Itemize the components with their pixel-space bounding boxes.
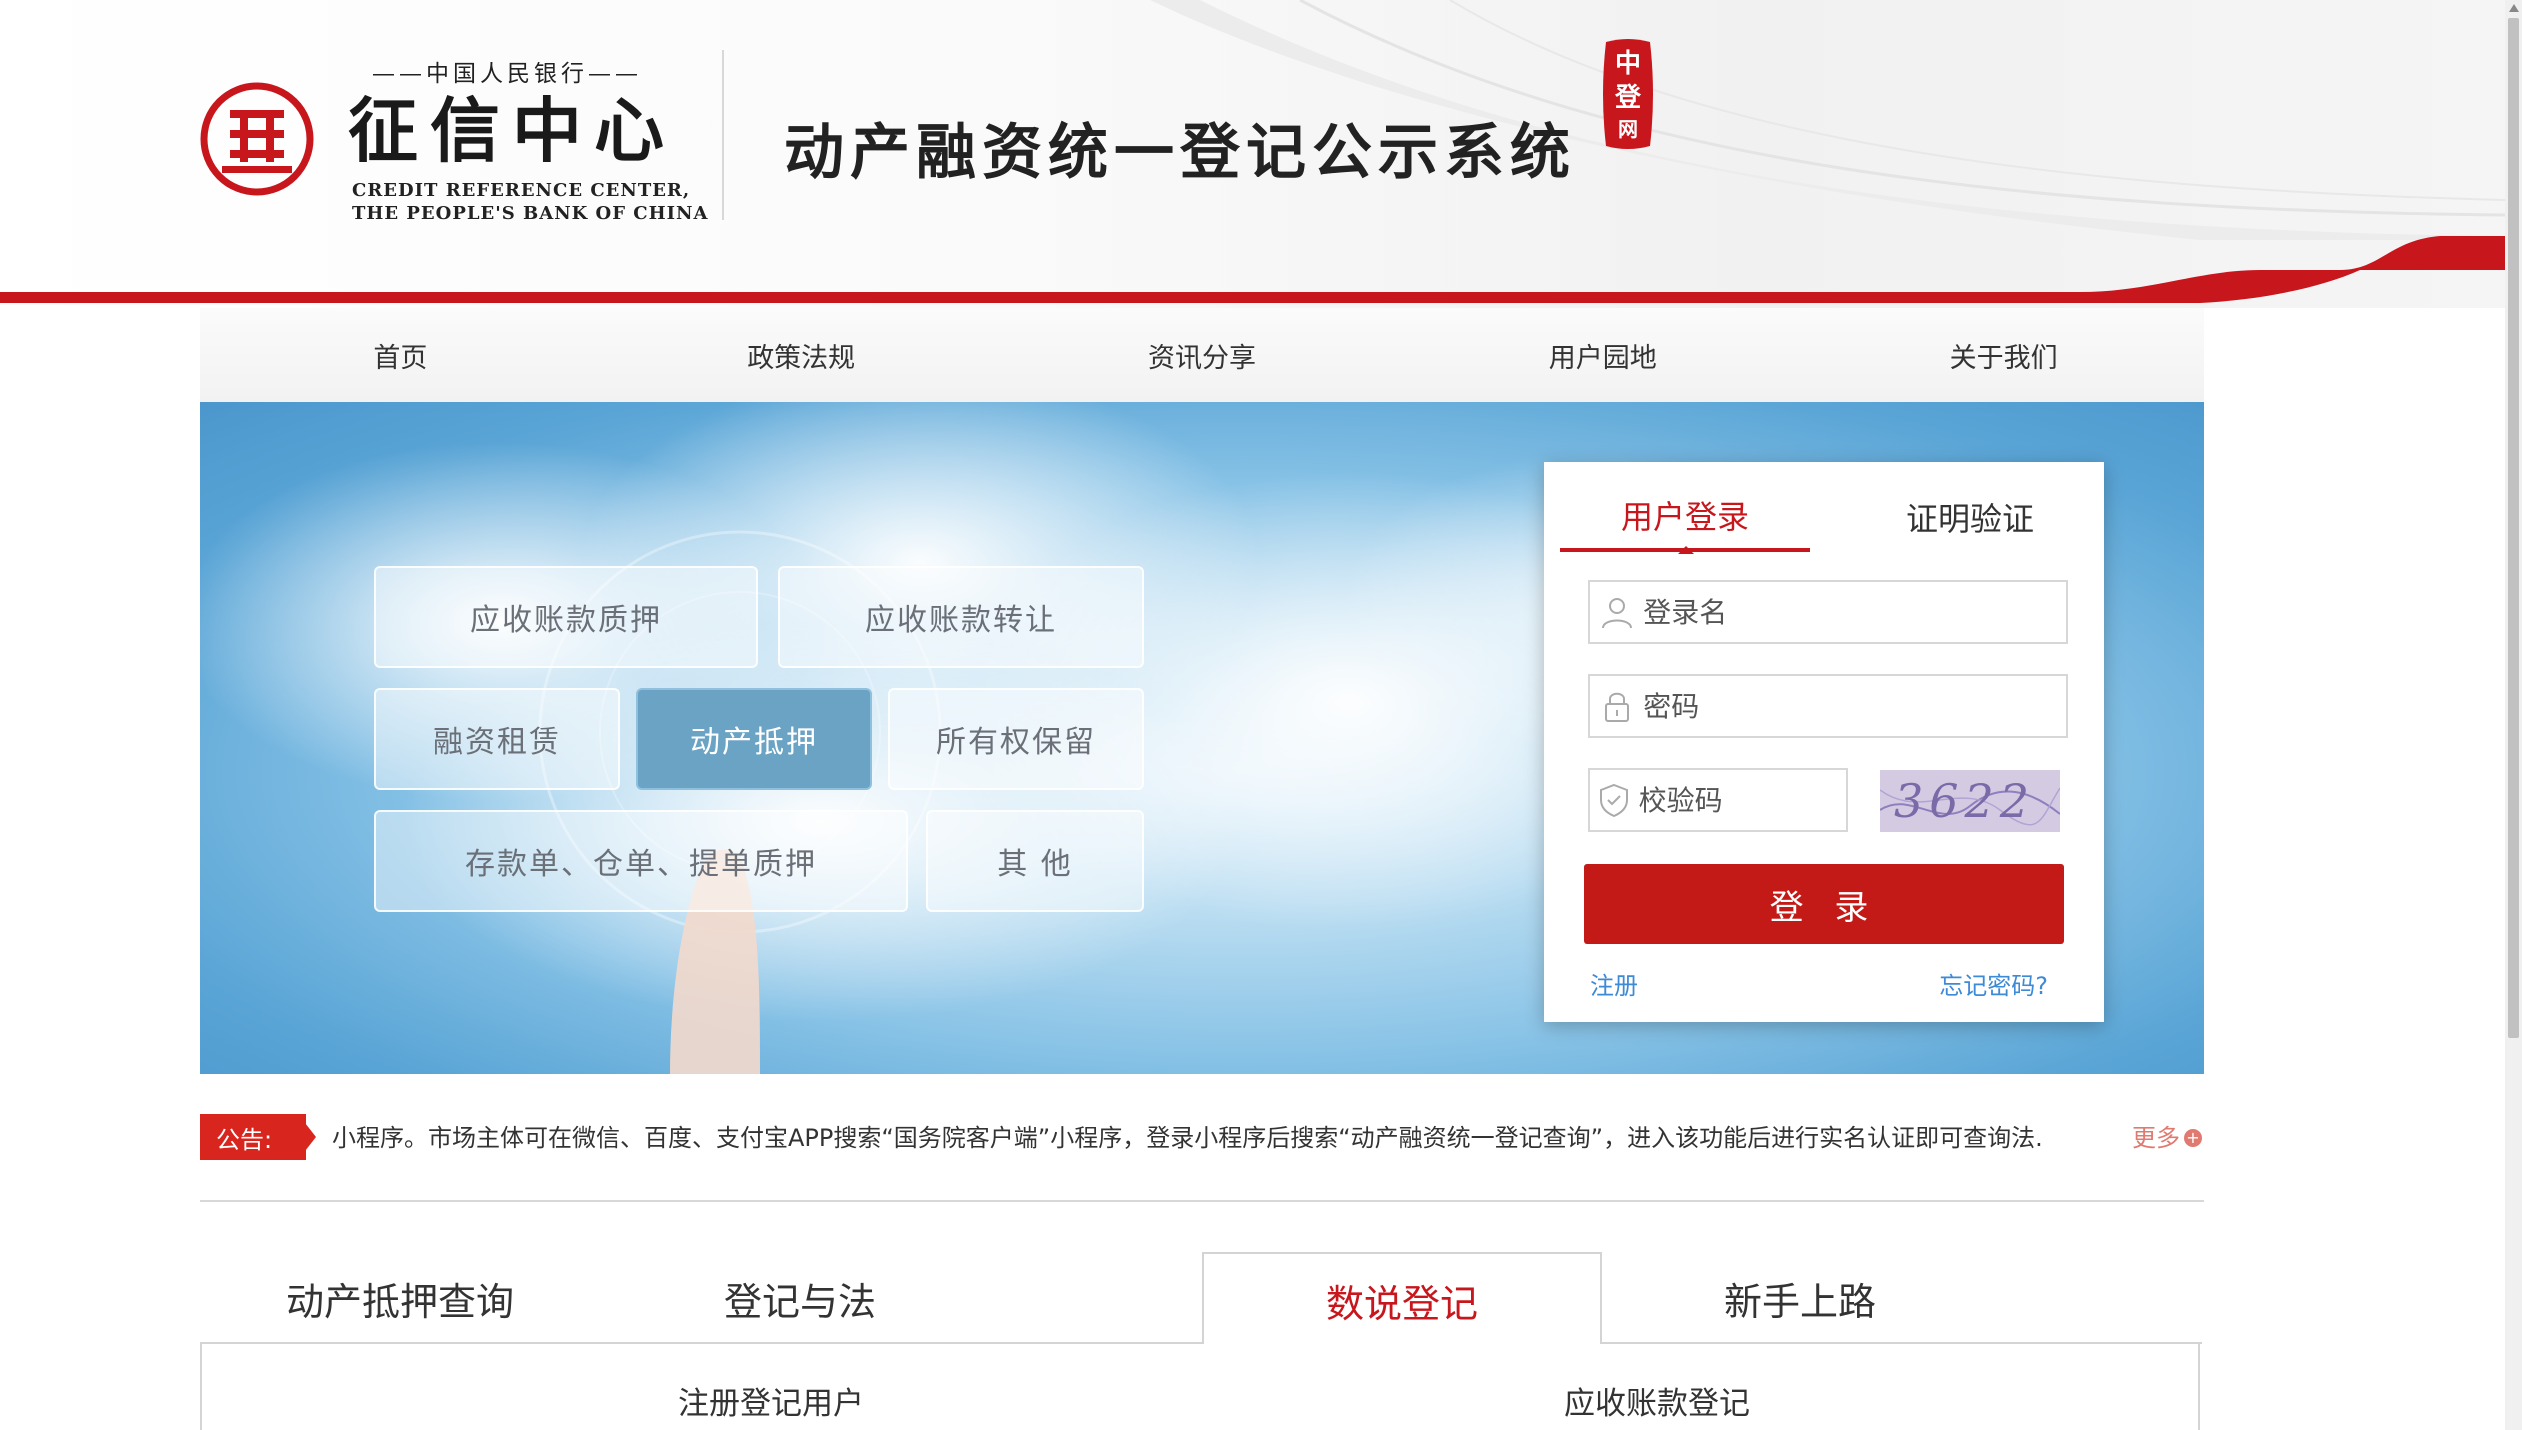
category-receivables-transfer[interactable]: 应收账款转让 (778, 566, 1144, 668)
header-divider (722, 50, 724, 220)
captcha-image[interactable]: 3622 (1880, 770, 2060, 832)
notice-label: 公告: (200, 1114, 306, 1160)
svg-text:网: 网 (1618, 117, 1638, 141)
plus-circle-icon: + (2184, 1129, 2202, 1147)
main-navigation: 首页 政策法规 资讯分享 用户园地 关于我们 (200, 308, 2204, 402)
username-input[interactable] (1643, 582, 2066, 642)
category-retention-of-title[interactable]: 所有权保留 (888, 688, 1144, 790)
tab-chattel-mortgage-query[interactable]: 动产抵押查询 (200, 1252, 600, 1344)
password-input[interactable] (1643, 676, 2066, 736)
shield-check-icon (1590, 770, 1639, 830)
nav-item-policies[interactable]: 政策法规 (601, 308, 1002, 402)
register-link[interactable]: 注册 (1590, 966, 1638, 1001)
tab-certificate-verification[interactable]: 证明验证 (1850, 482, 2090, 552)
system-title: 动产融资统一登记公示系统 (784, 118, 1576, 188)
tab-data-registration[interactable]: 数说登记 (1202, 1252, 1602, 1346)
scroll-up-arrow-icon[interactable] (2505, 0, 2522, 16)
category-finance-lease[interactable]: 融资租赁 (374, 688, 620, 790)
nav-item-news[interactable]: 资讯分享 (1002, 308, 1403, 402)
notice-more-link[interactable]: 更多 + (2132, 1120, 2202, 1156)
captcha-code-text: 3622 (1894, 774, 2036, 828)
nav-item-home[interactable]: 首页 (200, 308, 601, 402)
nav-item-about[interactable]: 关于我们 (1803, 308, 2204, 402)
svg-text:登: 登 (1614, 82, 1642, 113)
notice-marquee-text[interactable]: 小程序。市场主体可在微信、百度、支付宝APP搜索“国务院客户端”小程序，登录小程… (332, 1120, 2102, 1156)
more-link-label: 更多 (2132, 1124, 2180, 1152)
info-tabs: 动产抵押查询 登记与法 数说登记 新手上路 (200, 1252, 2200, 1346)
lock-icon (1590, 676, 1643, 736)
category-chattel-mortgage[interactable]: 动产抵押 (636, 688, 872, 790)
category-receivables-pledge[interactable]: 应收账款质押 (374, 566, 758, 668)
section-divider (200, 1200, 2204, 1202)
active-tab-indicator (1678, 546, 1694, 554)
site-header: ——中国人民银行—— 征信中心 CREDIT REFERENCE CENTER,… (0, 0, 2505, 308)
category-other[interactable]: 其 他 (926, 810, 1144, 912)
tab-user-login[interactable]: 用户登录 (1560, 482, 1810, 552)
notice-label-arrow (298, 1114, 316, 1160)
tab-registration-and-law[interactable]: 登记与法 (600, 1252, 1000, 1344)
stat-registered-users-title: 注册登记用户 (678, 1386, 864, 1422)
login-panel: 用户登录 证明验证 3622 登 录 注册 忘记密码? (1544, 462, 2104, 1022)
tab-beginners-guide[interactable]: 新手上路 (1600, 1252, 2000, 1344)
captcha-field (1588, 768, 1848, 832)
stat-receivables-registration-title: 应收账款登记 (1564, 1386, 1750, 1422)
nav-item-user-area[interactable]: 用户园地 (1402, 308, 1803, 402)
login-button[interactable]: 登 录 (1584, 864, 2064, 944)
svg-text:中: 中 (1615, 49, 1641, 79)
logo-top-text: ——中国人民银行—— (372, 61, 642, 87)
logo-english-line2: THE PEOPLE'S BANK OF CHINA (352, 203, 709, 224)
forgot-password-link[interactable]: 忘记密码? (1939, 966, 2048, 1001)
user-icon (1590, 582, 1643, 642)
captcha-input[interactable] (1638, 770, 1846, 830)
zhongdeng-seal-logo: 中 登 网 (1603, 39, 1653, 149)
password-field (1588, 674, 2068, 738)
username-field (1588, 580, 2068, 644)
scrollbar-thumb[interactable] (2508, 18, 2519, 1038)
category-deposit-warehouse-pledge[interactable]: 存款单、仓单、提单质押 (374, 810, 908, 912)
tab-content-panel (200, 1344, 2200, 1430)
logo-english-line1: CREDIT REFERENCE CENTER, (352, 180, 691, 201)
logo-chinese-name: 征信中心 (348, 89, 676, 172)
credit-center-logo (200, 82, 314, 196)
